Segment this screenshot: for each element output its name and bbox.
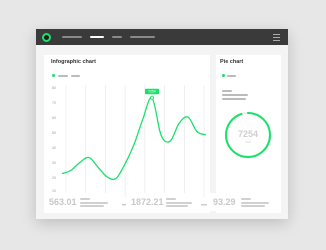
donut-center-caption: total — [245, 140, 251, 144]
stat-line — [241, 198, 251, 200]
pie-legend-dot — [222, 74, 225, 77]
pie-text-line — [222, 90, 232, 92]
stat-line — [241, 202, 269, 204]
stat-value: 1872.21 — [131, 197, 164, 207]
stat-line — [241, 205, 265, 207]
pie-chart-title: Pie chart — [220, 59, 244, 65]
stat-line — [80, 202, 108, 204]
donut-center-value: 7254 — [238, 129, 258, 139]
pie-text-line — [222, 94, 248, 96]
stat-line — [166, 205, 188, 207]
stat-card: 93.29 — [208, 193, 281, 211]
stat-line — [166, 198, 176, 200]
pie-text-line — [222, 98, 246, 100]
stat-line — [166, 202, 192, 204]
x-tick-label — [201, 204, 207, 206]
stat-value: 563.01 — [49, 197, 77, 207]
stat-line — [80, 205, 104, 207]
data-point[interactable] — [150, 95, 155, 100]
stat-line — [80, 198, 90, 200]
app-window: Infographic chart 80 70 60 50 40 30 20 1… — [36, 29, 288, 219]
stat-card: 1872.21 — [126, 193, 200, 211]
stat-card: 563.01 — [44, 193, 118, 211]
stat-value: 93.29 — [213, 197, 236, 207]
pie-legend-label — [227, 74, 236, 77]
donut-chart: 7254 total — [225, 112, 271, 158]
tooltip-label: 7254 — [148, 89, 156, 93]
